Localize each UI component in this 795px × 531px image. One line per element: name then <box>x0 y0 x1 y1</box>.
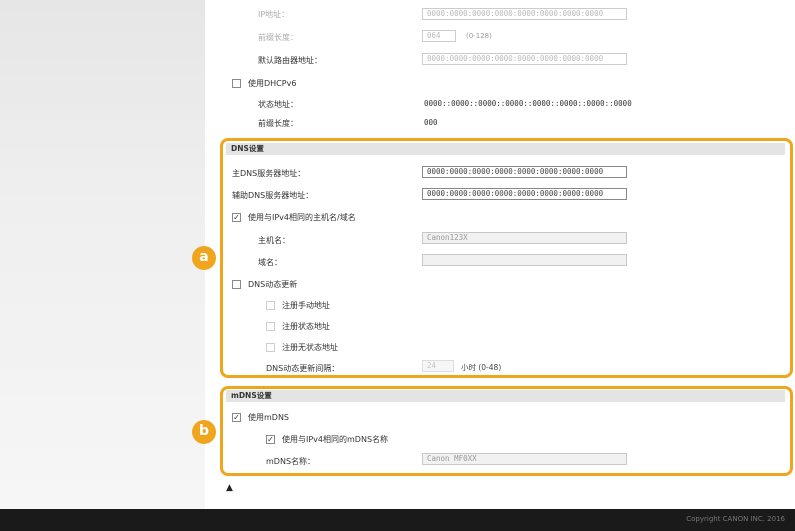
prefix-length-hint: (0-128) <box>466 32 492 40</box>
callout-badge-a: a <box>192 246 216 270</box>
update-interval-field[interactable]: 24 <box>422 360 454 372</box>
host-name-label: 主机名： <box>258 236 290 245</box>
register-stateless-checkbox[interactable] <box>266 343 275 352</box>
use-same-mdns-checkbox[interactable]: ✓ <box>266 435 275 444</box>
ip-address-field[interactable]: 0000:0000:0000:0000:0000:0000:0000:0000 <box>422 8 627 20</box>
state-prefix-label: 前缀长度： <box>258 119 298 128</box>
dynamic-update-checkbox[interactable] <box>232 280 241 289</box>
register-stateless-label: 注册无状态地址 <box>282 343 338 352</box>
use-same-host-checkbox[interactable]: ✓ <box>232 213 241 222</box>
use-same-host-label: 使用与IPv4相同的主机名/域名 <box>248 213 356 222</box>
state-prefix-value: 000 <box>424 118 438 127</box>
left-sidebar <box>0 0 205 509</box>
copyright-text: Copyright CANON INC. 2016 <box>686 515 785 523</box>
secondary-dns-field[interactable]: 0000:0000:0000:0000:0000:0000:0000:0000 <box>422 188 627 200</box>
domain-name-label: 域名： <box>258 258 282 267</box>
use-dhcpv6-checkbox[interactable] <box>232 79 241 88</box>
use-same-mdns-label: 使用与IPv4相同的mDNS名称 <box>282 435 389 444</box>
primary-dns-field[interactable]: 0000:0000:0000:0000:0000:0000:0000:0000 <box>422 166 627 178</box>
default-router-field[interactable]: 0000:0000:0000:0000:0000:0000:0000:0000 <box>422 53 627 65</box>
secondary-dns-label: 辅助DNS服务器地址： <box>232 191 314 200</box>
use-mdns-checkbox[interactable]: ✓ <box>232 413 241 422</box>
primary-dns-label: 主DNS服务器地址： <box>232 169 306 178</box>
host-name-field[interactable]: Canon123X <box>422 232 627 244</box>
use-dhcpv6-label: 使用DHCPv6 <box>248 79 297 88</box>
mdns-name-label: mDNS名称： <box>266 457 316 466</box>
domain-name-field[interactable] <box>422 254 627 266</box>
callout-badge-b: b <box>192 420 216 444</box>
update-interval-label: DNS动态更新间隔： <box>266 364 340 373</box>
dynamic-update-label: DNS动态更新 <box>248 280 298 289</box>
prefix-length-field[interactable]: 064 <box>422 30 456 42</box>
state-address-label: 状态地址： <box>258 100 298 109</box>
mdns-name-field[interactable]: Canon MF0XX <box>422 453 627 465</box>
prefix-length-label: 前缀长度： <box>258 33 298 42</box>
register-manual-checkbox[interactable] <box>266 301 275 310</box>
use-mdns-label: 使用mDNS <box>248 413 290 422</box>
state-address-value: 0000::0000::0000::0000::0000::0000::0000… <box>424 99 632 108</box>
register-stateful-label: 注册状态地址 <box>282 322 330 331</box>
dns-settings-header: DNS设置 <box>226 143 785 155</box>
update-interval-unit: 小时 (0-48) <box>461 363 502 372</box>
register-manual-label: 注册手动地址 <box>282 301 330 310</box>
ip-address-label: IP地址： <box>258 10 290 19</box>
mdns-settings-header: mDNS设置 <box>226 390 785 402</box>
back-to-top-icon[interactable]: ▲ <box>226 484 233 493</box>
register-stateful-checkbox[interactable] <box>266 322 275 331</box>
default-router-label: 默认路由器地址： <box>258 56 322 65</box>
footer-bar: Copyright CANON INC. 2016 <box>0 509 795 531</box>
